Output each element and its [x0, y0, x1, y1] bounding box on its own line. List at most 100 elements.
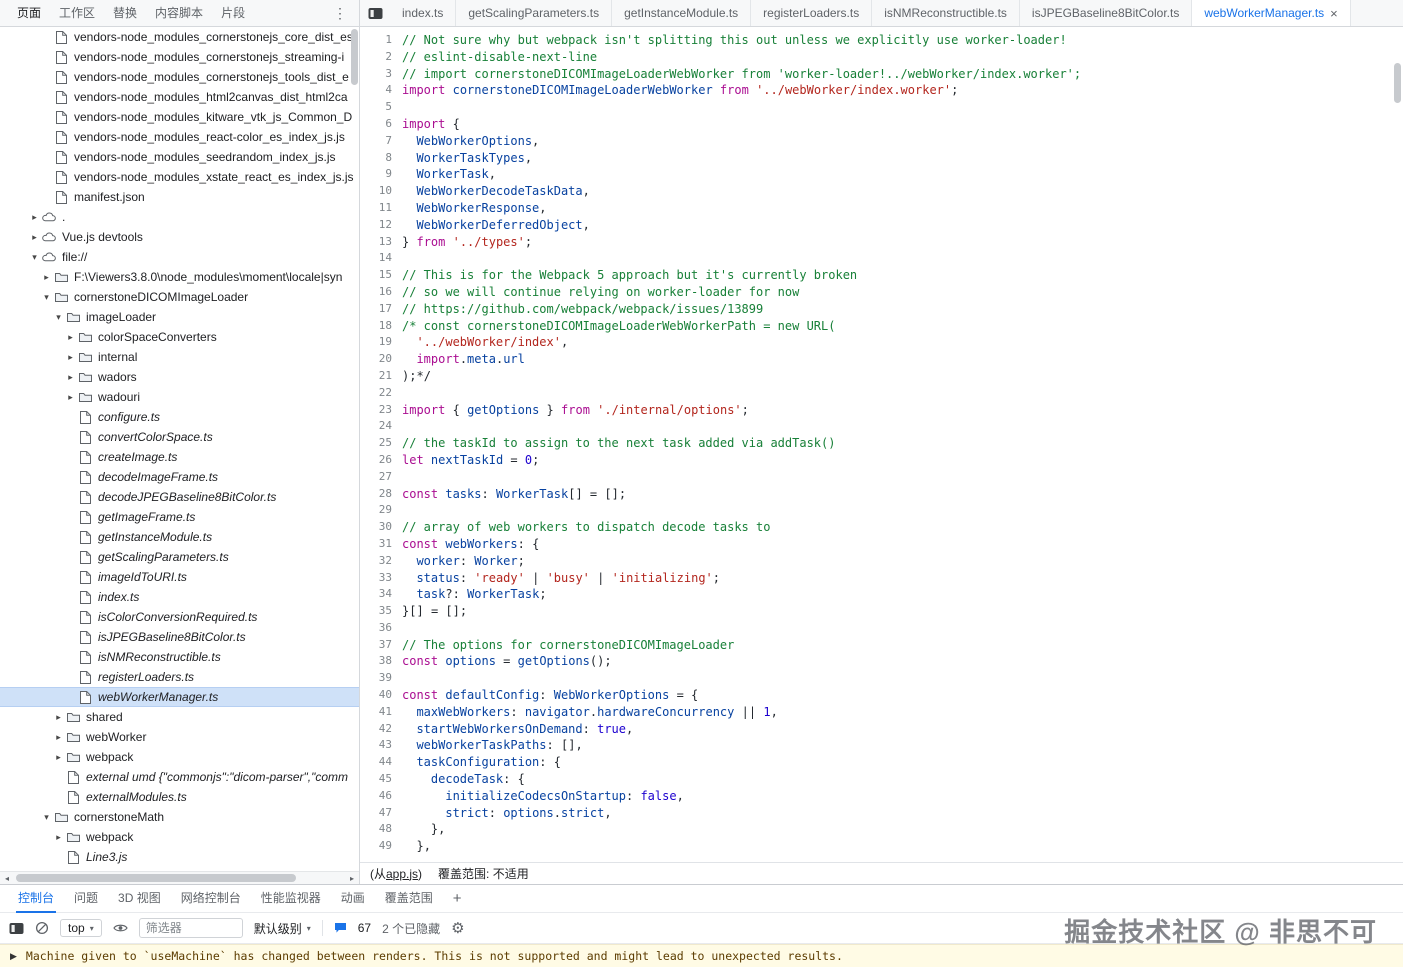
code-line[interactable]: 7 WebWorkerOptions,: [360, 133, 1403, 150]
chevron-down-icon[interactable]: ▾: [40, 808, 53, 827]
code-line[interactable]: 22: [360, 385, 1403, 402]
line-number[interactable]: 20: [360, 351, 402, 368]
code-line[interactable]: 8 WorkerTaskTypes,: [360, 150, 1403, 167]
tree-item[interactable]: createImage.ts: [0, 447, 359, 467]
message-expander-icon[interactable]: ▶: [10, 951, 17, 962]
chevron-right-icon[interactable]: ▸: [52, 728, 65, 747]
code-line[interactable]: 26let nextTaskId = 0;: [360, 452, 1403, 469]
line-number[interactable]: 19: [360, 334, 402, 351]
tree-item[interactable]: decodeJPEGBaseline8BitColor.ts: [0, 487, 359, 507]
drawer-tab[interactable]: 覆盖范围: [375, 885, 443, 913]
chevron-right-icon[interactable]: ▸: [64, 328, 77, 347]
tree-item[interactable]: Line3.js: [0, 847, 359, 867]
tree-item[interactable]: vendors-node_modules_cornerstonejs_tools…: [0, 67, 359, 87]
line-number[interactable]: 16: [360, 284, 402, 301]
chevron-right-icon[interactable]: ▸: [52, 708, 65, 727]
line-number[interactable]: 13: [360, 234, 402, 251]
tree-item[interactable]: ▸shared: [0, 707, 359, 727]
line-number[interactable]: 12: [360, 217, 402, 234]
code-line[interactable]: 46 initializeCodecsOnStartup: false,: [360, 788, 1403, 805]
line-number[interactable]: 33: [360, 570, 402, 587]
js-context-selector[interactable]: top ▾: [60, 919, 102, 937]
tree-item[interactable]: ▾cornerstoneMath: [0, 807, 359, 827]
code-line[interactable]: 30// array of web workers to dispatch de…: [360, 519, 1403, 536]
tree-item[interactable]: decodeImageFrame.ts: [0, 467, 359, 487]
line-number[interactable]: 35: [360, 603, 402, 620]
line-number[interactable]: 42: [360, 721, 402, 738]
line-number[interactable]: 2: [360, 49, 402, 66]
code-line[interactable]: 39: [360, 670, 1403, 687]
line-number[interactable]: 32: [360, 553, 402, 570]
editor-tab[interactable]: registerLoaders.ts: [751, 0, 872, 26]
line-number[interactable]: 3: [360, 66, 402, 83]
line-number[interactable]: 1: [360, 32, 402, 49]
tree-item[interactable]: vendors-node_modules_html2canvas_dist_ht…: [0, 87, 359, 107]
tree-item[interactable]: ▸webWorker: [0, 727, 359, 747]
code-line[interactable]: 49 },: [360, 838, 1403, 855]
line-number[interactable]: 26: [360, 452, 402, 469]
code-line[interactable]: 40const defaultConfig: WebWorkerOptions …: [360, 687, 1403, 704]
tree-item[interactable]: vendors-node_modules_seedrandom_index_js…: [0, 147, 359, 167]
code-line[interactable]: 18/* const cornerstoneDICOMImageLoaderWe…: [360, 318, 1403, 335]
editor-tab[interactable]: webWorkerManager.ts×: [1192, 0, 1350, 26]
navigator-toggle-icon[interactable]: [360, 7, 390, 20]
line-number[interactable]: 29: [360, 502, 402, 519]
code-line[interactable]: 13} from '../types';: [360, 234, 1403, 251]
tree-item[interactable]: externalModules.ts: [0, 787, 359, 807]
code-line[interactable]: 25// the taskId to assign to the next ta…: [360, 435, 1403, 452]
code-line[interactable]: 6import {: [360, 116, 1403, 133]
line-number[interactable]: 46: [360, 788, 402, 805]
tree-item[interactable]: imageIdToURI.ts: [0, 567, 359, 587]
editor-tab[interactable]: getInstanceModule.ts: [612, 0, 751, 26]
drawer-tab[interactable]: 控制台: [8, 885, 64, 913]
chevron-right-icon[interactable]: ▸: [64, 388, 77, 407]
sidebar-vertical-scrollbar[interactable]: [351, 29, 358, 85]
code-line[interactable]: 29: [360, 502, 1403, 519]
code-line[interactable]: 11 WebWorkerResponse,: [360, 200, 1403, 217]
code-line[interactable]: 1// Not sure why but webpack isn't split…: [360, 32, 1403, 49]
tree-item[interactable]: ▾imageLoader: [0, 307, 359, 327]
code-line[interactable]: 44 taskConfiguration: {: [360, 754, 1403, 771]
line-number[interactable]: 31: [360, 536, 402, 553]
line-number[interactable]: 17: [360, 301, 402, 318]
chevron-right-icon[interactable]: ▸: [64, 368, 77, 387]
tree-item[interactable]: vendors-node_modules_cornerstonejs_strea…: [0, 47, 359, 67]
tree-item[interactable]: ▸internal: [0, 347, 359, 367]
code-line[interactable]: 35}[] = [];: [360, 603, 1403, 620]
line-number[interactable]: 7: [360, 133, 402, 150]
code-line[interactable]: 2// eslint-disable-next-line: [360, 49, 1403, 66]
chevron-right-icon[interactable]: ▸: [52, 748, 65, 767]
log-levels-dropdown[interactable]: 默认级别 ▾: [254, 920, 311, 937]
line-number[interactable]: 18: [360, 318, 402, 335]
tree-item[interactable]: ▸Vue.js devtools: [0, 227, 359, 247]
code-line[interactable]: 27: [360, 469, 1403, 486]
navigator-tab[interactable]: 内容脚本: [146, 0, 212, 26]
drawer-tab[interactable]: 问题: [64, 885, 108, 913]
code-line[interactable]: 38const options = getOptions();: [360, 653, 1403, 670]
line-number[interactable]: 43: [360, 737, 402, 754]
navigator-tab[interactable]: 工作区: [50, 0, 104, 26]
horizontal-scroll-thumb[interactable]: [16, 874, 296, 882]
chevron-down-icon[interactable]: ▾: [28, 248, 41, 267]
tree-item[interactable]: external umd {"commonjs":"dicom-parser",…: [0, 767, 359, 787]
tree-item[interactable]: ▸.: [0, 207, 359, 227]
editor-vertical-scrollbar[interactable]: [1394, 63, 1401, 103]
line-number[interactable]: 8: [360, 150, 402, 167]
console-settings-gear-icon[interactable]: ⚙: [451, 919, 464, 937]
tree-item[interactable]: ▸webpack: [0, 747, 359, 767]
tree-item[interactable]: configure.ts: [0, 407, 359, 427]
code-line[interactable]: 21);*/: [360, 368, 1403, 385]
line-number[interactable]: 47: [360, 805, 402, 822]
chevron-down-icon[interactable]: ▾: [40, 288, 53, 307]
line-number[interactable]: 6: [360, 116, 402, 133]
live-expression-eye-icon[interactable]: [113, 922, 128, 934]
code-line[interactable]: 12 WebWorkerDeferredObject,: [360, 217, 1403, 234]
tree-item[interactable]: getInstanceModule.ts: [0, 527, 359, 547]
code-line[interactable]: 33 status: 'ready' | 'busy' | 'initializ…: [360, 570, 1403, 587]
tree-item[interactable]: isJPEGBaseline8BitColor.ts: [0, 627, 359, 647]
line-number[interactable]: 27: [360, 469, 402, 486]
line-number[interactable]: 22: [360, 385, 402, 402]
code-line[interactable]: 3// import cornerstoneDICOMImageLoaderWe…: [360, 66, 1403, 83]
line-number[interactable]: 28: [360, 486, 402, 503]
code-line[interactable]: 45 decodeTask: {: [360, 771, 1403, 788]
